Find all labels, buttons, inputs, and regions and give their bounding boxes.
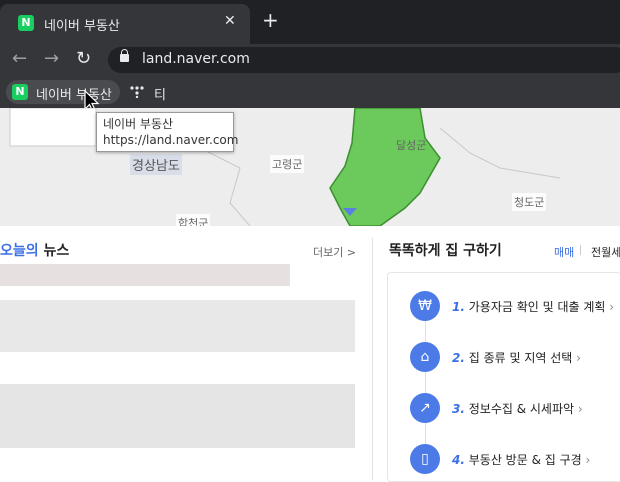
step-number: 3. — [452, 402, 465, 416]
tmap-icon — [130, 86, 144, 98]
naver-favicon-icon: N — [12, 84, 28, 100]
bookmark-t[interactable]: 티 — [126, 80, 172, 104]
tab-sale[interactable]: 매매 — [554, 244, 574, 260]
step-label: 4. 부동산 방문 & 집 구경 › — [452, 451, 590, 468]
back-icon[interactable]: ← — [12, 48, 27, 70]
map-label-dalseong: 달성군 — [396, 139, 427, 152]
step-text: 가용자금 확인 및 대출 계획 — [468, 300, 606, 314]
step-number: 4. — [452, 453, 465, 467]
news-heading-rest: 뉴스 — [38, 243, 70, 259]
step-number: 2. — [452, 351, 465, 365]
news-heading-highlight: 오늘의 — [0, 243, 39, 259]
tooltip-url: https://land.naver.com — [103, 133, 239, 147]
browser-tab[interactable]: N 네이버 부동산 ✕ — [0, 4, 250, 44]
step-text: 정보수집 & 시세파악 — [468, 402, 575, 416]
lock-icon — [120, 49, 129, 62]
map-label-goryeong: 고령군 — [270, 155, 305, 173]
step-text: 집 종류 및 지역 선택 — [468, 351, 573, 365]
bookmark-label: 네이버 부동산 — [36, 88, 112, 103]
step-label: 2. 집 종류 및 지역 선택 › — [452, 349, 581, 366]
steps-panel: ₩ 1. 가용자금 확인 및 대출 계획 › ⌂ 2. 집 종류 및 지역 선택… — [387, 272, 620, 482]
browser-toolbar: ← → ↻ land.naver.com — [0, 44, 620, 76]
more-link[interactable]: 더보기 > — [313, 244, 356, 260]
news-section: 오늘의 뉴스 더보기 > — [0, 226, 372, 480]
url-text: land.naver.com — [142, 51, 250, 67]
bookmark-naver-land[interactable]: N 네이버 부동산 — [6, 80, 120, 104]
forward-icon[interactable]: → — [44, 48, 59, 70]
naver-favicon-icon: N — [18, 15, 34, 31]
map[interactable]: 경상남도 고령군 달성군 청도군 합천군 — [0, 108, 620, 226]
guide-heading: 똑똑하게 집 구하기 — [389, 243, 502, 259]
won-icon: ₩ — [410, 291, 440, 321]
news-item-blurred[interactable] — [0, 300, 355, 352]
step-text: 부동산 방문 & 집 구경 — [468, 453, 582, 467]
tab-rent[interactable]: 전월세 — [591, 244, 620, 260]
house-icon: ⌂ — [410, 342, 440, 372]
chevron-right-icon: › — [585, 453, 591, 467]
step-number: 1. — [452, 300, 465, 314]
tooltip-title: 네이버 부동산 — [103, 117, 174, 131]
close-tab-icon[interactable]: ✕ — [224, 13, 236, 29]
chevron-right-icon: › — [577, 402, 583, 416]
chart-icon: ↗ — [410, 393, 440, 423]
tab-separator — [580, 245, 581, 255]
bookmark-label: 티 — [154, 88, 166, 103]
news-item-blurred[interactable] — [0, 264, 290, 286]
bookmarks-bar: N 네이버 부동산 티 — [0, 76, 620, 112]
address-bar[interactable]: land.naver.com — [108, 47, 620, 73]
tab-title: 네이버 부동산 — [44, 19, 120, 34]
news-item-blurred[interactable] — [0, 384, 355, 448]
map-label-cheongdo: 청도군 — [512, 193, 547, 211]
new-tab-button[interactable]: + — [262, 10, 279, 30]
news-heading: 오늘의 뉴스 — [0, 240, 69, 260]
chevron-right-icon: › — [576, 351, 581, 365]
door-icon: ▯ — [410, 444, 440, 474]
reload-icon[interactable]: ↻ — [76, 48, 91, 70]
map-label-hapcheon: 합천군 — [176, 214, 211, 226]
step-label: 3. 정보수집 & 시세파악 › — [452, 400, 583, 417]
map-label-gyeongnam: 경상남도 — [130, 154, 182, 175]
tab-strip: N 네이버 부동산 ✕ + — [0, 0, 620, 44]
bookmark-tooltip: 네이버 부동산 https://land.naver.com — [96, 112, 239, 152]
house-hunting-guide: 똑똑하게 집 구하기 매매 전월세 ₩ 1. 가용자금 확인 및 대출 계획 ›… — [373, 226, 620, 482]
chevron-right-icon: › — [609, 300, 615, 314]
step-label: 1. 가용자금 확인 및 대출 계획 › — [452, 298, 614, 315]
